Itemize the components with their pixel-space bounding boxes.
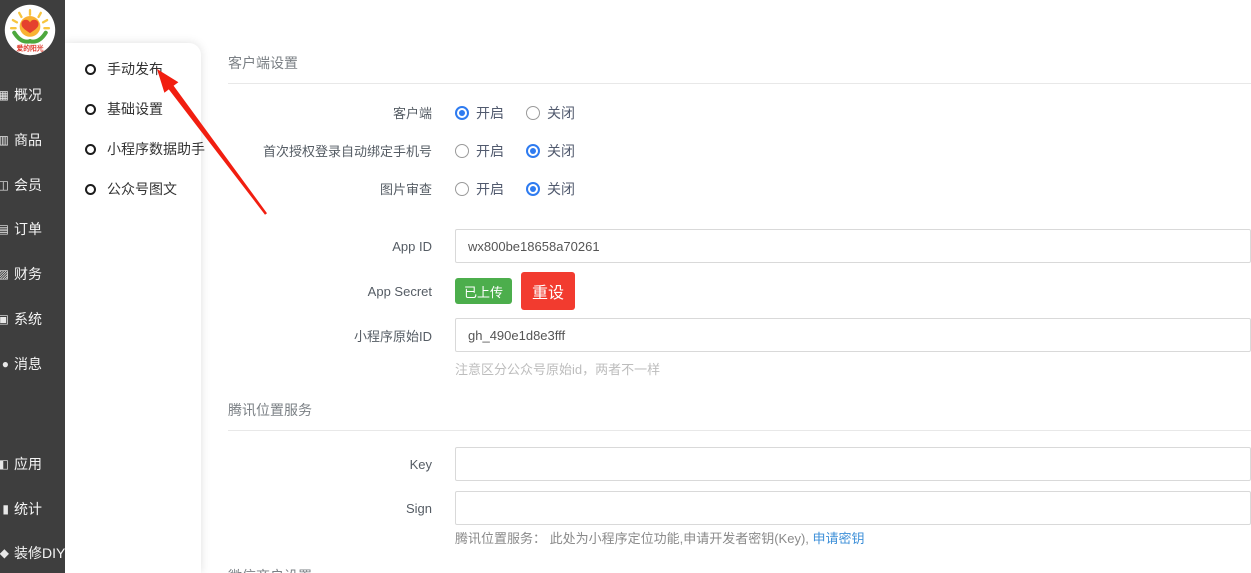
sidebar-item-goods[interactable]: ▥ 商品 [0, 130, 65, 150]
auto-bind-phone-row: 首次授权登录自动绑定手机号 开启 关闭 [228, 141, 1251, 160]
radio-icon[interactable] [455, 144, 469, 158]
stats-icon: ▮ [0, 502, 9, 516]
submenu-item-miniprogram-data-assistant[interactable]: 小程序数据助手 [65, 129, 201, 169]
location-key-label: Key [228, 457, 432, 472]
radio-icon[interactable] [526, 182, 540, 196]
sidebar-item-label: 统计 [14, 499, 42, 519]
app-id-input[interactable] [455, 229, 1251, 263]
original-id-row: 小程序原始ID [228, 318, 1251, 352]
submenu-item-manual-publish[interactable]: 手动发布 [65, 49, 201, 89]
radio-option-label: 开启 [476, 103, 504, 123]
submenu-item-label: 公众号图文 [107, 179, 177, 199]
radio-option-label: 开启 [476, 141, 504, 161]
radio-option-label: 关闭 [547, 103, 575, 123]
sidebar-item-label: 系统 [14, 309, 42, 329]
radio-option-on[interactable]: 开启 [455, 103, 504, 123]
apps-icon: ◧ [0, 457, 9, 471]
sidebar-item-label: 订单 [14, 219, 42, 239]
app-secret-row: App Secret 已上传 重设 [228, 272, 1251, 310]
sidebar-item-label: 会员 [14, 175, 42, 195]
client-toggle-label: 客户端 [228, 103, 432, 122]
auto-bind-phone-group: 开启 关闭 [455, 141, 1251, 161]
secret-reset-button[interactable]: 重设 [521, 272, 575, 310]
location-sign-input[interactable] [455, 491, 1251, 525]
image-review-label: 图片审查 [228, 179, 432, 198]
finance-icon: ▨ [0, 267, 9, 281]
submenu-item-label: 手动发布 [107, 59, 163, 79]
location-sign-row: Sign [228, 491, 1251, 525]
sidebar-item-overview[interactable]: ▦ 概况 [0, 85, 65, 105]
image-review-row: 图片审查 开启 关闭 [228, 179, 1251, 198]
location-help-text: 腾讯位置服务： 此处为小程序定位功能,申请开发者密钥(Key), [455, 531, 813, 546]
location-service-title: 腾讯位置服务 [228, 402, 1251, 419]
logo-text: 爱的阳光 [16, 44, 43, 53]
secret-uploaded-button[interactable]: 已上传 [455, 278, 512, 304]
sidebar-item-label: 装修DIY [14, 543, 65, 563]
image-review-group: 开启 关闭 [455, 179, 1251, 199]
sidebar-item-diy[interactable]: ◆ 装修DIY [0, 543, 65, 563]
auto-bind-phone-label: 首次授权登录自动绑定手机号 [228, 141, 432, 160]
location-key-input[interactable] [455, 447, 1251, 481]
circle-bullet-icon [85, 104, 96, 115]
location-key-row: Key [228, 447, 1251, 481]
submenu-item-label: 基础设置 [107, 99, 163, 119]
goods-icon: ▥ [0, 133, 9, 147]
radio-option-on[interactable]: 开启 [455, 141, 504, 161]
radio-option-off[interactable]: 关闭 [526, 103, 575, 123]
settings-content: 客户端设置 客户端 开启 关闭 首次授权登录自动绑定手机号 开启 关闭 [200, 0, 1251, 573]
radio-icon[interactable] [455, 106, 469, 120]
sidebar-item-system[interactable]: ▣ 系统 [0, 309, 65, 329]
app-secret-label: App Secret [228, 284, 432, 299]
app-id-row: App ID [228, 229, 1251, 263]
sidebar-item-apps[interactable]: ◧ 应用 [0, 454, 65, 474]
sidebar-item-stats[interactable]: ▮ 统计 [0, 499, 65, 519]
client-toggle-row: 客户端 开启 关闭 [228, 103, 1251, 122]
overview-icon: ▦ [0, 88, 9, 102]
diy-icon: ◆ [0, 546, 9, 560]
radio-option-label: 关闭 [547, 179, 575, 199]
members-icon: ◫ [0, 178, 9, 192]
circle-bullet-icon [85, 64, 96, 75]
radio-icon[interactable] [526, 106, 540, 120]
circle-bullet-icon [85, 144, 96, 155]
submenu-item-basic-settings[interactable]: 基础设置 [65, 89, 201, 129]
sidebar-item-messages[interactable]: ● 消息 [0, 354, 65, 374]
client-settings-title: 客户端设置 [228, 55, 1251, 72]
sunshine-heart-logo-icon: 爱的阳光 [3, 3, 57, 57]
radio-icon[interactable] [526, 144, 540, 158]
brand-logo[interactable]: 爱的阳光 [3, 3, 57, 57]
sidebar-item-members[interactable]: ◫ 会员 [0, 175, 65, 195]
apply-key-link[interactable]: 申请密钥 [813, 531, 865, 546]
radio-option-label: 关闭 [547, 141, 575, 161]
radio-option-off[interactable]: 关闭 [526, 179, 575, 199]
messages-icon: ● [0, 357, 9, 371]
original-id-input[interactable] [455, 318, 1251, 352]
settings-submenu-panel: 手动发布 基础设置 小程序数据助手 公众号图文 [65, 43, 201, 573]
app-id-label: App ID [228, 239, 432, 254]
orders-icon: ▤ [0, 222, 9, 236]
circle-bullet-icon [85, 184, 96, 195]
radio-icon[interactable] [455, 182, 469, 196]
client-toggle-group: 开启 关闭 [455, 103, 1251, 123]
sidebar-item-label: 财务 [14, 264, 42, 284]
submenu-item-official-account-articles[interactable]: 公众号图文 [65, 169, 201, 209]
radio-option-off[interactable]: 关闭 [526, 141, 575, 161]
radio-option-label: 开启 [476, 179, 504, 199]
sidebar-item-label: 概况 [14, 85, 42, 105]
submenu-item-label: 小程序数据助手 [107, 139, 205, 159]
sidebar-item-label: 应用 [14, 454, 42, 474]
sidebar-item-label: 消息 [14, 354, 42, 374]
original-id-label: 小程序原始ID [228, 326, 432, 345]
location-sign-label: Sign [228, 501, 432, 516]
sidebar-item-label: 商品 [14, 130, 42, 150]
sidebar-item-finance[interactable]: ▨ 财务 [0, 264, 65, 284]
radio-option-on[interactable]: 开启 [455, 179, 504, 199]
system-icon: ▣ [0, 312, 9, 326]
main-sidebar: 爱的阳光 ▦ 概况 ▥ 商品 ◫ 会员 ▤ 订单 ▨ 财务 ▣ 系统 ● 消息 ◧ 应用 ▮ 统计… [0, 0, 65, 573]
original-id-help: 注意区分公众号原始id，两者不一样 [455, 359, 1251, 378]
sidebar-item-orders[interactable]: ▤ 订单 [0, 219, 65, 239]
location-service-help: 腾讯位置服务： 此处为小程序定位功能,申请开发者密钥(Key), 申请密钥 [455, 528, 1251, 547]
merchant-settings-title: 微信商户设置 [228, 568, 1251, 573]
